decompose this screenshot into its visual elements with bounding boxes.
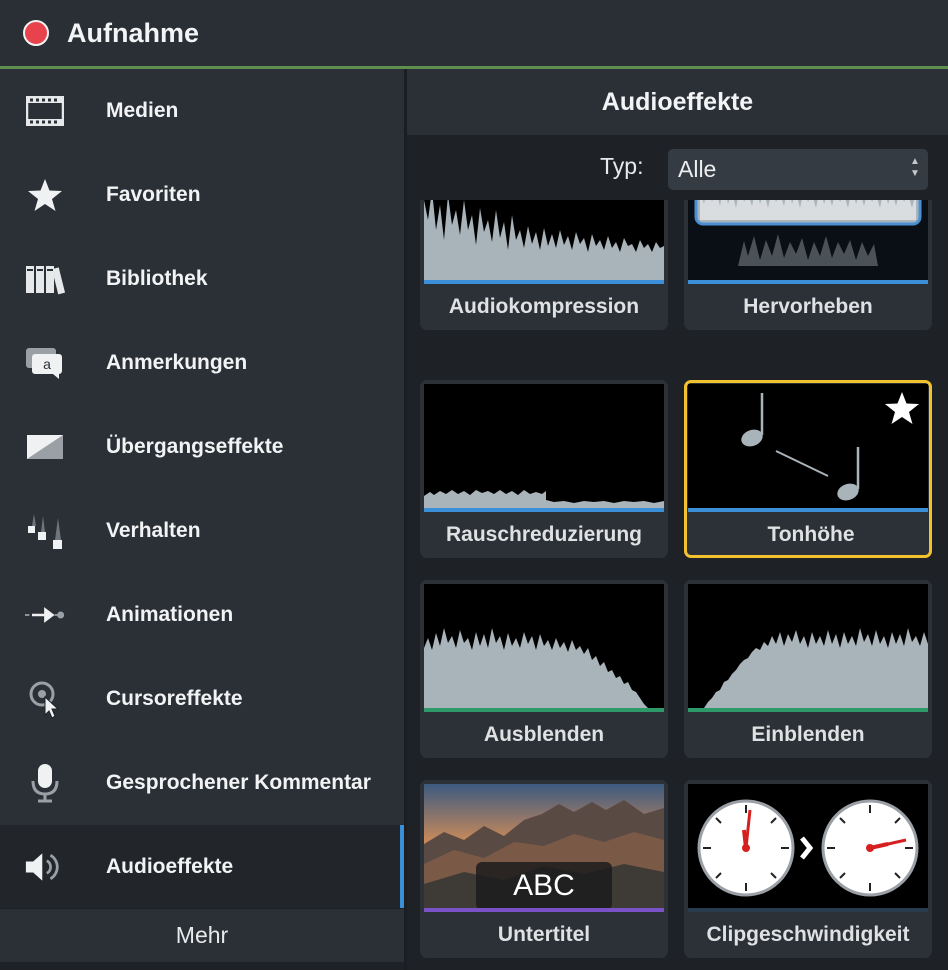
fade-in-thumbnail [688,584,928,712]
effect-tile-rauschreduzierung[interactable]: Rauschreduzierung [420,380,668,558]
speaker-icon [25,849,65,885]
annotation-icon: a [25,345,65,381]
effect-label: Clipgeschwindigkeit [706,923,910,946]
effects-panel: Audioeffekte Typ: Alle ▲ ▼ Audiokompressi… [407,69,948,970]
microphone-icon [25,764,65,803]
sidebar-item-animationen[interactable]: Animationen [0,573,404,657]
svg-text:a: a [43,356,51,372]
title-bar: Aufnahme [0,0,948,66]
record-icon[interactable] [23,20,49,46]
type-filter-label: Typ: [600,153,644,179]
waveform-thumbnail [424,200,664,284]
more-button[interactable]: Mehr [0,908,404,962]
effect-label: Untertitel [497,923,591,946]
sidebar-item-label: Medien [106,99,179,122]
sidebar-item-bibliothek[interactable]: Bibliothek [0,237,404,321]
panel-title: Audioeffekte [407,69,948,135]
sidebar-item-label: Animationen [106,603,234,626]
type-filter-select[interactable]: Alle ▲ ▼ [668,149,928,190]
behavior-icon [25,513,65,549]
sidebar-item-uebergangseffekte[interactable]: Übergangseffekte [0,405,404,489]
effect-tile-clipgeschwindigkeit[interactable]: Clipgeschwindigkeit [684,780,932,958]
noise-reduction-thumbnail [424,384,664,512]
pitch-thumbnail [688,384,928,512]
effect-tile-hervorheben[interactable]: Hervorheben [684,200,932,330]
effect-label: Ausblenden [483,723,605,746]
type-filter-value: Alle [678,156,717,182]
sidebar-footer [0,962,404,970]
effect-tile-einblenden[interactable]: Einblenden [684,580,932,758]
waveform-icon [704,628,928,708]
effect-label: Tonhöhe [767,523,855,546]
clip-speed-thumbnail [688,784,928,912]
clock-icon [697,799,919,897]
effect-tile-audiokompression[interactable]: Audiokompression [420,200,668,330]
sidebar-item-label: Favoriten [106,183,201,206]
window-title: Aufnahme [67,17,200,48]
transition-icon [25,429,65,465]
waveform-icon [424,490,664,508]
favorite-star-icon[interactable] [884,390,920,426]
cursor-icon [25,681,65,719]
sidebar-item-audioeffekte[interactable]: Audioeffekte [0,825,404,909]
sidebar-item-label: Audioeffekte [106,855,234,878]
fade-out-thumbnail [424,584,664,712]
effect-tile-ausblenden[interactable]: Ausblenden [420,580,668,758]
effects-grid: Audiokompression Hervorheben Rauschreduz… [407,200,948,970]
sidebar: Medien Favoriten Bibliothek a Anmerkunge… [0,69,404,970]
sidebar-item-favoriten[interactable]: Favoriten [0,153,404,237]
film-icon [25,93,65,129]
sidebar-item-label: Übergangseffekte [106,435,284,458]
sidebar-item-label: Verhalten [106,519,201,542]
library-icon [25,261,65,297]
effect-label: Audiokompression [448,295,640,318]
sidebar-item-kommentar[interactable]: Gesprochener Kommentar [0,741,404,825]
waveform-icon [424,628,648,708]
sidebar-item-medien[interactable]: Medien [0,69,404,153]
sidebar-item-label: Cursoreffekte [106,687,243,710]
sidebar-item-verhalten[interactable]: Verhalten [0,489,404,573]
app-window: Aufnahme Medien Favoriten Bibliothek a A [0,0,948,970]
sidebar-item-anmerkungen[interactable]: a Anmerkungen [0,321,404,405]
sidebar-item-label: Anmerkungen [106,351,248,374]
sidebar-item-label: Gesprochener Kommentar [106,771,371,794]
effect-tile-tonhoehe[interactable]: Tonhöhe [684,380,932,558]
effect-label: Hervorheben [743,295,873,318]
caption-text: ABC [513,869,575,902]
effect-label: Einblenden [751,723,865,746]
effect-tile-untertitel[interactable]: ABC Untertitel [420,780,668,958]
effect-label: Rauschreduzierung [445,523,643,546]
sidebar-item-cursoreffekte[interactable]: Cursoreffekte [0,657,404,741]
waveform-icon [424,200,664,280]
chevron-updown-icon: ▲ ▼ [910,156,920,179]
caption-thumbnail: ABC [424,784,664,912]
star-icon [25,177,65,213]
sidebar-item-label: Bibliothek [106,267,208,290]
animation-icon [25,597,65,633]
emphasize-thumbnail [688,200,928,284]
